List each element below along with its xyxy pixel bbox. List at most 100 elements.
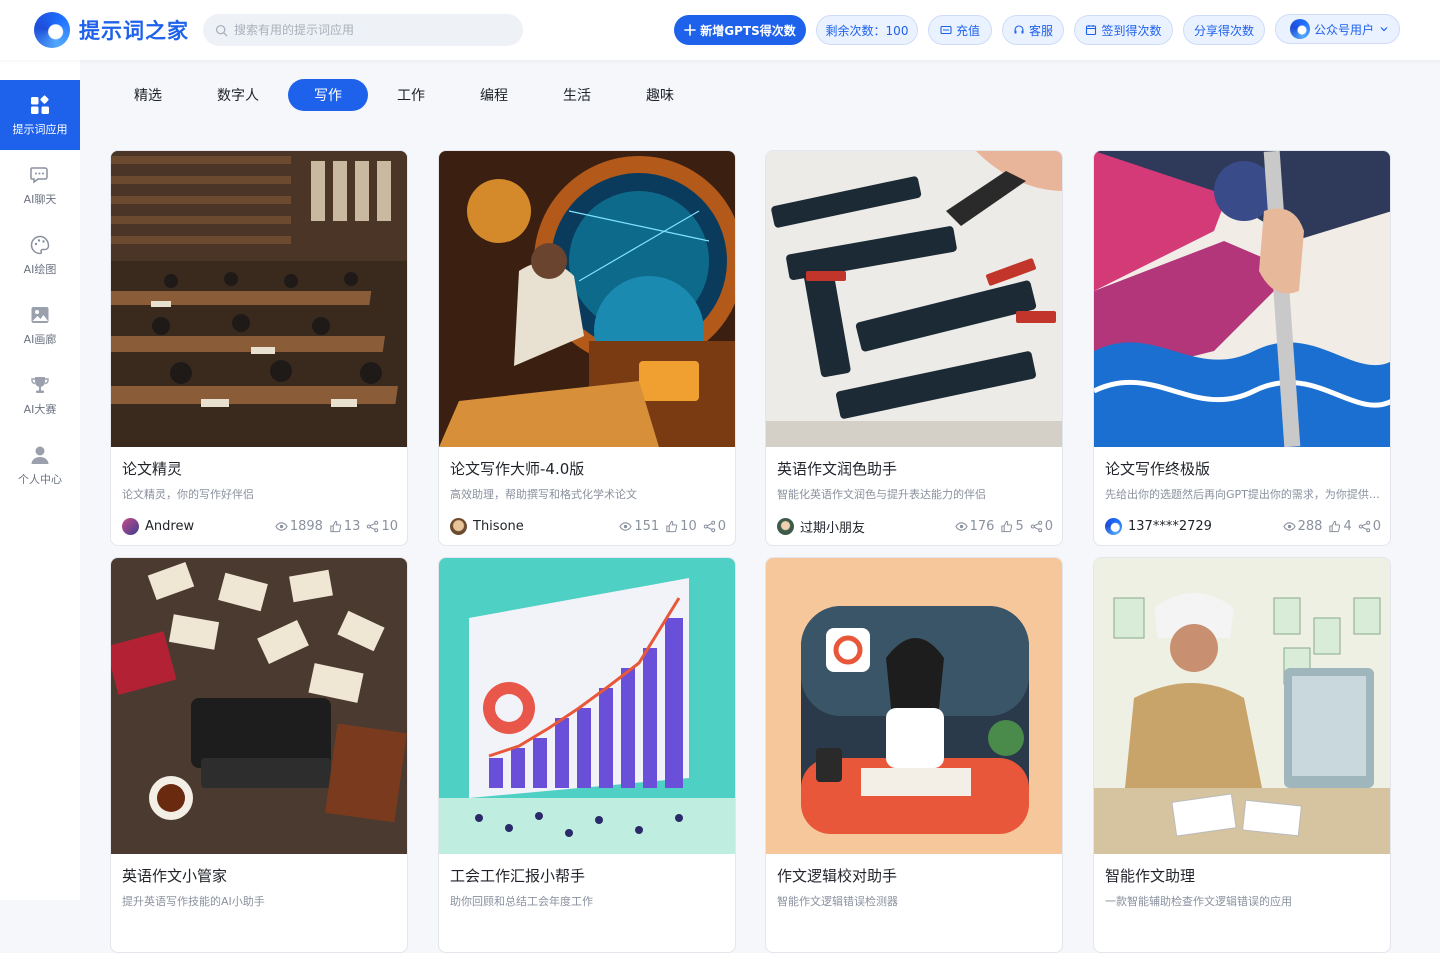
sidebar-item-ai-gallery[interactable]: AI画廊: [0, 290, 80, 360]
view-count: 1898: [275, 519, 323, 534]
recharge-label: 充值: [955, 23, 980, 38]
card-description: 高效助理，帮助撰写和格式化学术论文: [450, 488, 637, 501]
view-count: 288: [1282, 519, 1322, 534]
share-icon: [1358, 520, 1370, 532]
share-count[interactable]: 0: [1358, 519, 1381, 534]
card-description: 智能作文逻辑错误检测器: [777, 895, 898, 908]
sidebar-item-personal-center[interactable]: 个人中心: [0, 430, 80, 500]
tab-work[interactable]: 工作: [371, 79, 451, 111]
sidebar-item-ai-drawing[interactable]: AI绘图: [0, 220, 80, 290]
card-footer: Thisone 151 10 0: [450, 516, 726, 536]
eye-icon: [275, 521, 288, 531]
sidebar-item-label: AI大赛: [23, 402, 57, 416]
sidebar-item-label: 个人中心: [18, 472, 62, 486]
english-typography-image: [766, 151, 1062, 447]
share-count[interactable]: 0: [1030, 519, 1053, 534]
thumbs-up-icon: [330, 520, 342, 532]
app-card[interactable]: 智能作文助理 一款智能辅助检查作文逻辑错误的应用: [1093, 557, 1391, 953]
checkin-button[interactable]: 签到得次数: [1074, 15, 1173, 45]
app-card[interactable]: 论文精灵 论文精灵，你的写作好伴侣 Andrew 1898 13 10: [110, 150, 408, 546]
app-card[interactable]: 作文逻辑校对助手 智能作文逻辑错误检测器: [765, 557, 1063, 953]
card-title: 工会工作汇报小帮手: [450, 867, 586, 885]
category-tabs: 精选 数字人 写作 工作 编程 生活 趣味: [108, 78, 703, 112]
app-card[interactable]: 论文写作大师-4.0版 高效助理，帮助撰写和格式化学术论文 Thisone 15…: [438, 150, 736, 546]
tab-writing[interactable]: 写作: [288, 79, 368, 111]
author-name[interactable]: Thisone: [473, 519, 524, 534]
card-description: 智能化英语作文润色与提升表达能力的伴侣: [777, 488, 986, 501]
author-name[interactable]: Andrew: [145, 519, 194, 534]
card-title: 论文写作大师-4.0版: [450, 460, 585, 478]
card-description: 一款智能辅助检查作文逻辑错误的应用: [1105, 895, 1292, 908]
person-icon: [31, 446, 49, 464]
eye-icon: [619, 521, 633, 531]
gallery-icon: [31, 306, 49, 323]
app-card[interactable]: 工会工作汇报小帮手 助你回顾和总结工会年度工作: [438, 557, 736, 953]
user-menu[interactable]: 公众号用户: [1275, 14, 1400, 44]
sidebar-item-label: AI绘图: [23, 262, 57, 276]
tab-digital-human[interactable]: 数字人: [191, 79, 285, 111]
card-description: 提升英语写作技能的AI小助手: [122, 895, 265, 908]
add-gpts-label: 新增GPTS得次数: [700, 23, 796, 38]
scholar-workshop-image: [439, 151, 735, 447]
user-avatar: [1290, 19, 1310, 39]
app-card[interactable]: 英语作文润色助手 智能化英语作文润色与提升表达能力的伴侣 过期小朋友 176 5…: [765, 150, 1063, 546]
recharge-button[interactable]: 充值: [928, 15, 992, 45]
add-gpts-button[interactable]: 新增GPTS得次数: [674, 15, 806, 45]
share-reward-label: 分享得次数: [1193, 23, 1254, 38]
typewriter-papers-image: [111, 558, 407, 854]
sidebar-item-ai-contest[interactable]: AI大赛: [0, 360, 80, 430]
search-input[interactable]: [234, 23, 504, 37]
headset-icon: [1014, 25, 1024, 34]
author-name[interactable]: 137****2729: [1128, 519, 1212, 534]
card-icon: [940, 25, 952, 35]
author-name[interactable]: 过期小朋友: [800, 517, 865, 536]
like-count[interactable]: 10: [665, 519, 697, 534]
trophy-icon: [31, 376, 49, 393]
sidebar-item-label: AI聊天: [23, 192, 57, 206]
like-count[interactable]: 13: [329, 519, 360, 534]
share-count[interactable]: 10: [366, 519, 398, 534]
brand-logo[interactable]: 提示词之家: [34, 12, 189, 48]
author-avatar: [450, 517, 467, 535]
author-avatar: [777, 517, 794, 535]
sidebar-item-ai-chat[interactable]: AI聊天: [0, 150, 80, 220]
card-title: 作文逻辑校对助手: [777, 867, 898, 885]
palette-icon: [30, 235, 50, 254]
card-description: 先给出你的选题然后再向GPT提出你的需求，为你提供全方位的论文写作服务: [1105, 488, 1381, 501]
card-stats: 151 10 0: [619, 519, 726, 534]
tab-programming[interactable]: 编程: [454, 79, 534, 111]
library-study-hall-image: [111, 151, 407, 447]
author-avatar: [122, 517, 139, 535]
sidebar-item-label: 提示词应用: [12, 122, 68, 136]
tab-featured[interactable]: 精选: [108, 79, 188, 111]
card-description: 助你回顾和总结工会年度工作: [450, 895, 593, 908]
chevron-down-icon: [1380, 27, 1388, 32]
share-count[interactable]: 0: [703, 519, 726, 534]
card-stats: 176 5 0: [954, 519, 1053, 534]
plus-icon: [684, 24, 697, 36]
like-count[interactable]: 5: [1000, 519, 1024, 534]
top-header: 提示词之家 新增GPTS得次数 剩余次数：100 充值 客服 签到得次数 分享得…: [0, 0, 1440, 60]
sidebar-item-label: AI画廊: [23, 332, 57, 346]
view-count: 176: [954, 519, 994, 534]
card-stats: 1898 13 10: [275, 519, 398, 534]
thumbs-up-icon: [666, 520, 678, 532]
chat-icon: [30, 166, 48, 183]
calendar-icon: [1086, 25, 1097, 36]
card-footer: Andrew 1898 13 10: [122, 516, 398, 536]
sidebar-item-prompt-apps[interactable]: 提示词应用: [0, 80, 80, 150]
remaining-count-button[interactable]: 剩余次数：100: [816, 15, 918, 45]
search-bar[interactable]: [203, 14, 523, 46]
view-count: 151: [619, 519, 659, 534]
app-card[interactable]: 英语作文小管家 提升英语写作技能的AI小助手: [110, 557, 408, 953]
user-name: 公众号用户: [1314, 22, 1375, 37]
share-icon: [703, 520, 715, 532]
customer-service-button[interactable]: 客服: [1002, 15, 1064, 45]
tab-life[interactable]: 生活: [537, 79, 617, 111]
tab-fun[interactable]: 趣味: [620, 79, 700, 111]
card-title: 英语作文润色助手: [777, 460, 898, 478]
app-card[interactable]: 论文写作终极版 先给出你的选题然后再向GPT提出你的需求，为你提供全方位的论文写…: [1093, 150, 1391, 546]
share-reward-button[interactable]: 分享得次数: [1183, 15, 1265, 45]
like-count[interactable]: 4: [1328, 519, 1352, 534]
eye-icon: [954, 521, 968, 531]
